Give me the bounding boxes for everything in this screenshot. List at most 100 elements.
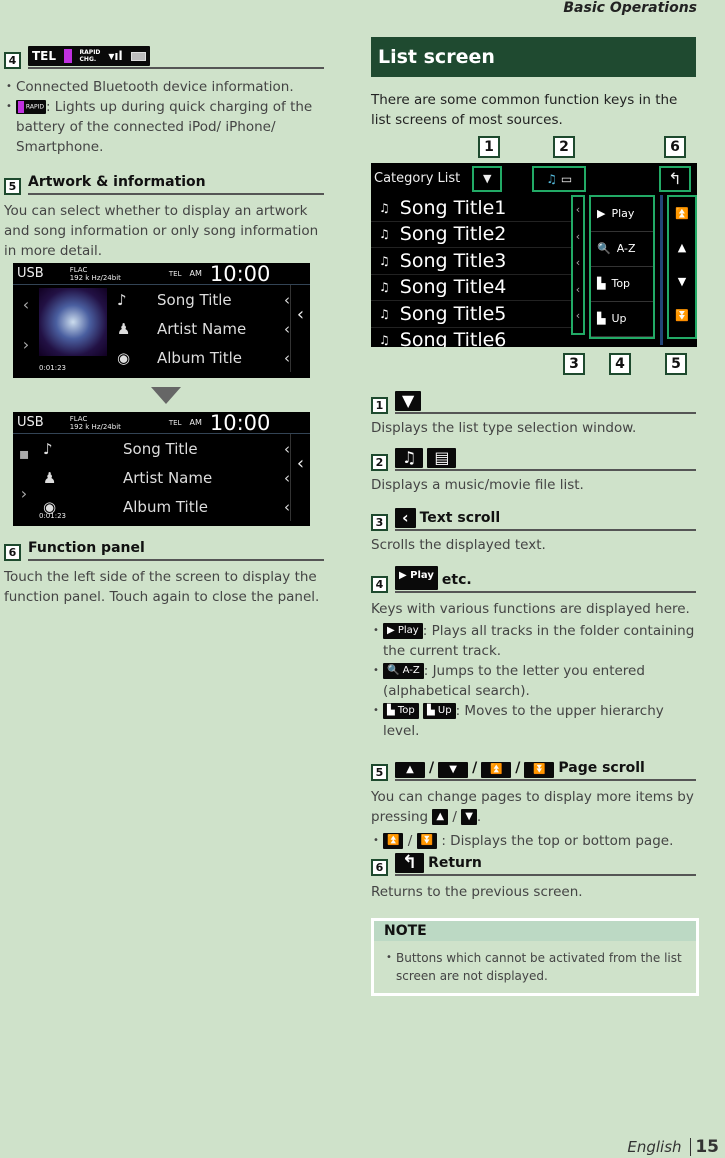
key-label: A-Z — [616, 242, 636, 255]
song-title: Song Title3 — [399, 249, 507, 272]
screenshot-artwork-view: USB FLAC 192 k Hz/24bit TEL AM 10:00 ‹ › ♪ Song… — [13, 263, 310, 378]
song-list-item[interactable]: ♫ Song Title1 — [371, 195, 571, 222]
format: FLAC — [69, 265, 88, 274]
text-scroll-buttons[interactable]: ‹ ‹ ‹ ‹ ‹ — [571, 195, 585, 335]
footer: English 15 — [627, 1137, 719, 1157]
screenshot-list: Category List ▼ ♫ ▭ ↰ ♫ Song Title1 ♫ Song … — [371, 163, 697, 347]
music-movie-toggle[interactable]: ♫ ▭ — [532, 166, 587, 192]
music-note-icon: ♫ — [379, 253, 390, 268]
song-row: ♪ Song Title ‹ — [117, 290, 290, 309]
item-number: 5 — [371, 764, 388, 781]
top-key-icon: ▙ Top — [383, 703, 419, 719]
arrow-down-icon — [151, 387, 181, 404]
bullet-text: : Displays the top or bottom page. — [441, 833, 674, 849]
music-note-icon: ♫ — [379, 200, 390, 215]
page-down-icon: ▼ — [438, 762, 469, 778]
note-text: Buttons which cannot be activated from t… — [384, 949, 688, 985]
function-key-up[interactable]: ▙ Up — [591, 302, 653, 337]
song-list-item[interactable]: ♫ Song Title5 — [371, 301, 571, 328]
signal-icon: ▾ıl — [108, 49, 123, 63]
item-text: Displays the list type selection window. — [371, 420, 637, 436]
intro-text: There are some common function keys in t… — [371, 92, 678, 128]
key-icon: 🔍 — [597, 242, 611, 255]
section-title: Function panel — [28, 538, 324, 561]
music-note-icon: ♫ — [379, 227, 390, 242]
song-list-item[interactable]: ♫ Song Title2 — [371, 222, 571, 248]
panel-handle[interactable]: ‹ — [290, 285, 310, 372]
rapid-label: RAPID — [79, 49, 101, 56]
section-number: 4 — [4, 52, 21, 69]
dropdown-icon: ▼ — [395, 391, 422, 411]
song-list-item[interactable]: ♫ Song Title3 — [371, 248, 571, 275]
return-button[interactable]: ↰ — [659, 166, 691, 192]
separator: / — [472, 760, 478, 776]
bullet-text: : Lights up during quick charging of the… — [16, 99, 313, 155]
album-row: ◉ Album Title ‹ — [117, 348, 290, 367]
scrollbar[interactable] — [660, 195, 663, 345]
bullet-text: : Plays all tracks in the folder contain… — [383, 623, 695, 659]
music-icon: ♫ — [546, 172, 558, 186]
key-label: Up — [611, 312, 627, 325]
running-header: Basic Operations — [563, 0, 697, 16]
prev-next-icons[interactable]: ‹ › — [13, 285, 39, 372]
callout-6: 6 — [664, 136, 686, 158]
section-number: 6 — [4, 544, 21, 561]
function-key-top[interactable]: ▙ Top — [591, 267, 653, 302]
bottom-icon: ⏬ — [416, 833, 438, 849]
key-label: Top — [397, 705, 415, 716]
screenshot-info-view: USB FLAC 192 k Hz/24bit TEL AM 10:00 ▪ › ♪ Song… — [13, 412, 310, 526]
rapid-charge-icon — [64, 49, 72, 63]
music-icon: ♫ — [395, 448, 424, 468]
song-title: Song Title — [123, 439, 198, 458]
artist-name: Artist Name — [157, 319, 247, 338]
key-icon: ▶ — [597, 207, 606, 220]
source-label: USB — [17, 414, 44, 430]
list-item: ▙ Top ▙ Up: Moves to the upper hierarchy… — [371, 701, 696, 741]
panel-icons[interactable]: ▪ › — [13, 434, 35, 521]
song-row: ♪ Song Title ‹ — [43, 439, 290, 458]
artist-name: Artist Name — [123, 468, 213, 487]
key-icon: ▙ — [597, 312, 606, 325]
item-number: 6 — [371, 859, 388, 876]
item-number: 4 — [371, 576, 388, 593]
music-note-icon: ♫ — [379, 306, 390, 321]
song-title: Song Title1 — [399, 196, 507, 219]
source-label: USB — [17, 265, 44, 281]
item-1: 1 ▼ Displays the list type selection wind… — [371, 391, 696, 438]
ampm: AM — [189, 268, 202, 278]
page-number: 15 — [695, 1137, 719, 1157]
tel-icon: TEL — [32, 49, 57, 63]
key-label: Up — [437, 705, 452, 716]
song-list-item[interactable]: ♫ Song Title4 — [371, 275, 571, 301]
page-scroll-buttons[interactable]: ⏫ ▲ ▼ ⏬ — [667, 195, 697, 339]
page-down-icon: ▼ — [461, 809, 477, 825]
callout-4: 4 — [609, 353, 631, 375]
song-title: Song Title5 — [399, 302, 507, 325]
song-list-item[interactable]: ♫ Song Title6 — [371, 328, 571, 347]
album-title: Album Title — [123, 497, 208, 516]
item-title: Return — [428, 855, 482, 871]
play-key-icon: ▶ Play — [395, 566, 438, 590]
movie-icon: ▤ — [427, 448, 457, 468]
song-title: Song Title — [157, 290, 232, 309]
section-text: You can select whether to display an art… — [4, 203, 319, 259]
item-title: Text scroll — [419, 510, 501, 526]
list-type-button[interactable]: ▼ — [472, 166, 503, 192]
rate: 192 k Hz/24bit — [69, 273, 121, 282]
section-text: Touch the left side of the screen to dis… — [4, 569, 320, 605]
play-time: 0:01:23 — [39, 364, 66, 372]
item-number: 3 — [371, 514, 388, 531]
item-title: etc. — [441, 572, 472, 588]
function-key-play[interactable]: ▶ Play — [591, 197, 653, 232]
clock: 10:00 — [209, 412, 271, 435]
section-title: Artwork & information — [28, 172, 324, 195]
panel-handle[interactable]: ‹ — [290, 434, 310, 521]
function-keys: ▶ Play 🔍 A-Z ▙ Top ▙ Up — [589, 195, 655, 339]
separator: / — [429, 760, 435, 776]
list-item: ▶ Play: Plays all tracks in the folder c… — [371, 621, 696, 661]
function-key-a-z[interactable]: 🔍 A-Z — [591, 232, 653, 267]
callout-2: 2 — [553, 136, 575, 158]
play-key-icon: ▶ Play — [383, 623, 423, 639]
song-list: ♫ Song Title1 ♫ Song Title2 ♫ Song Title3 ♫ Son… — [371, 195, 571, 347]
key-label: Play — [410, 570, 434, 581]
